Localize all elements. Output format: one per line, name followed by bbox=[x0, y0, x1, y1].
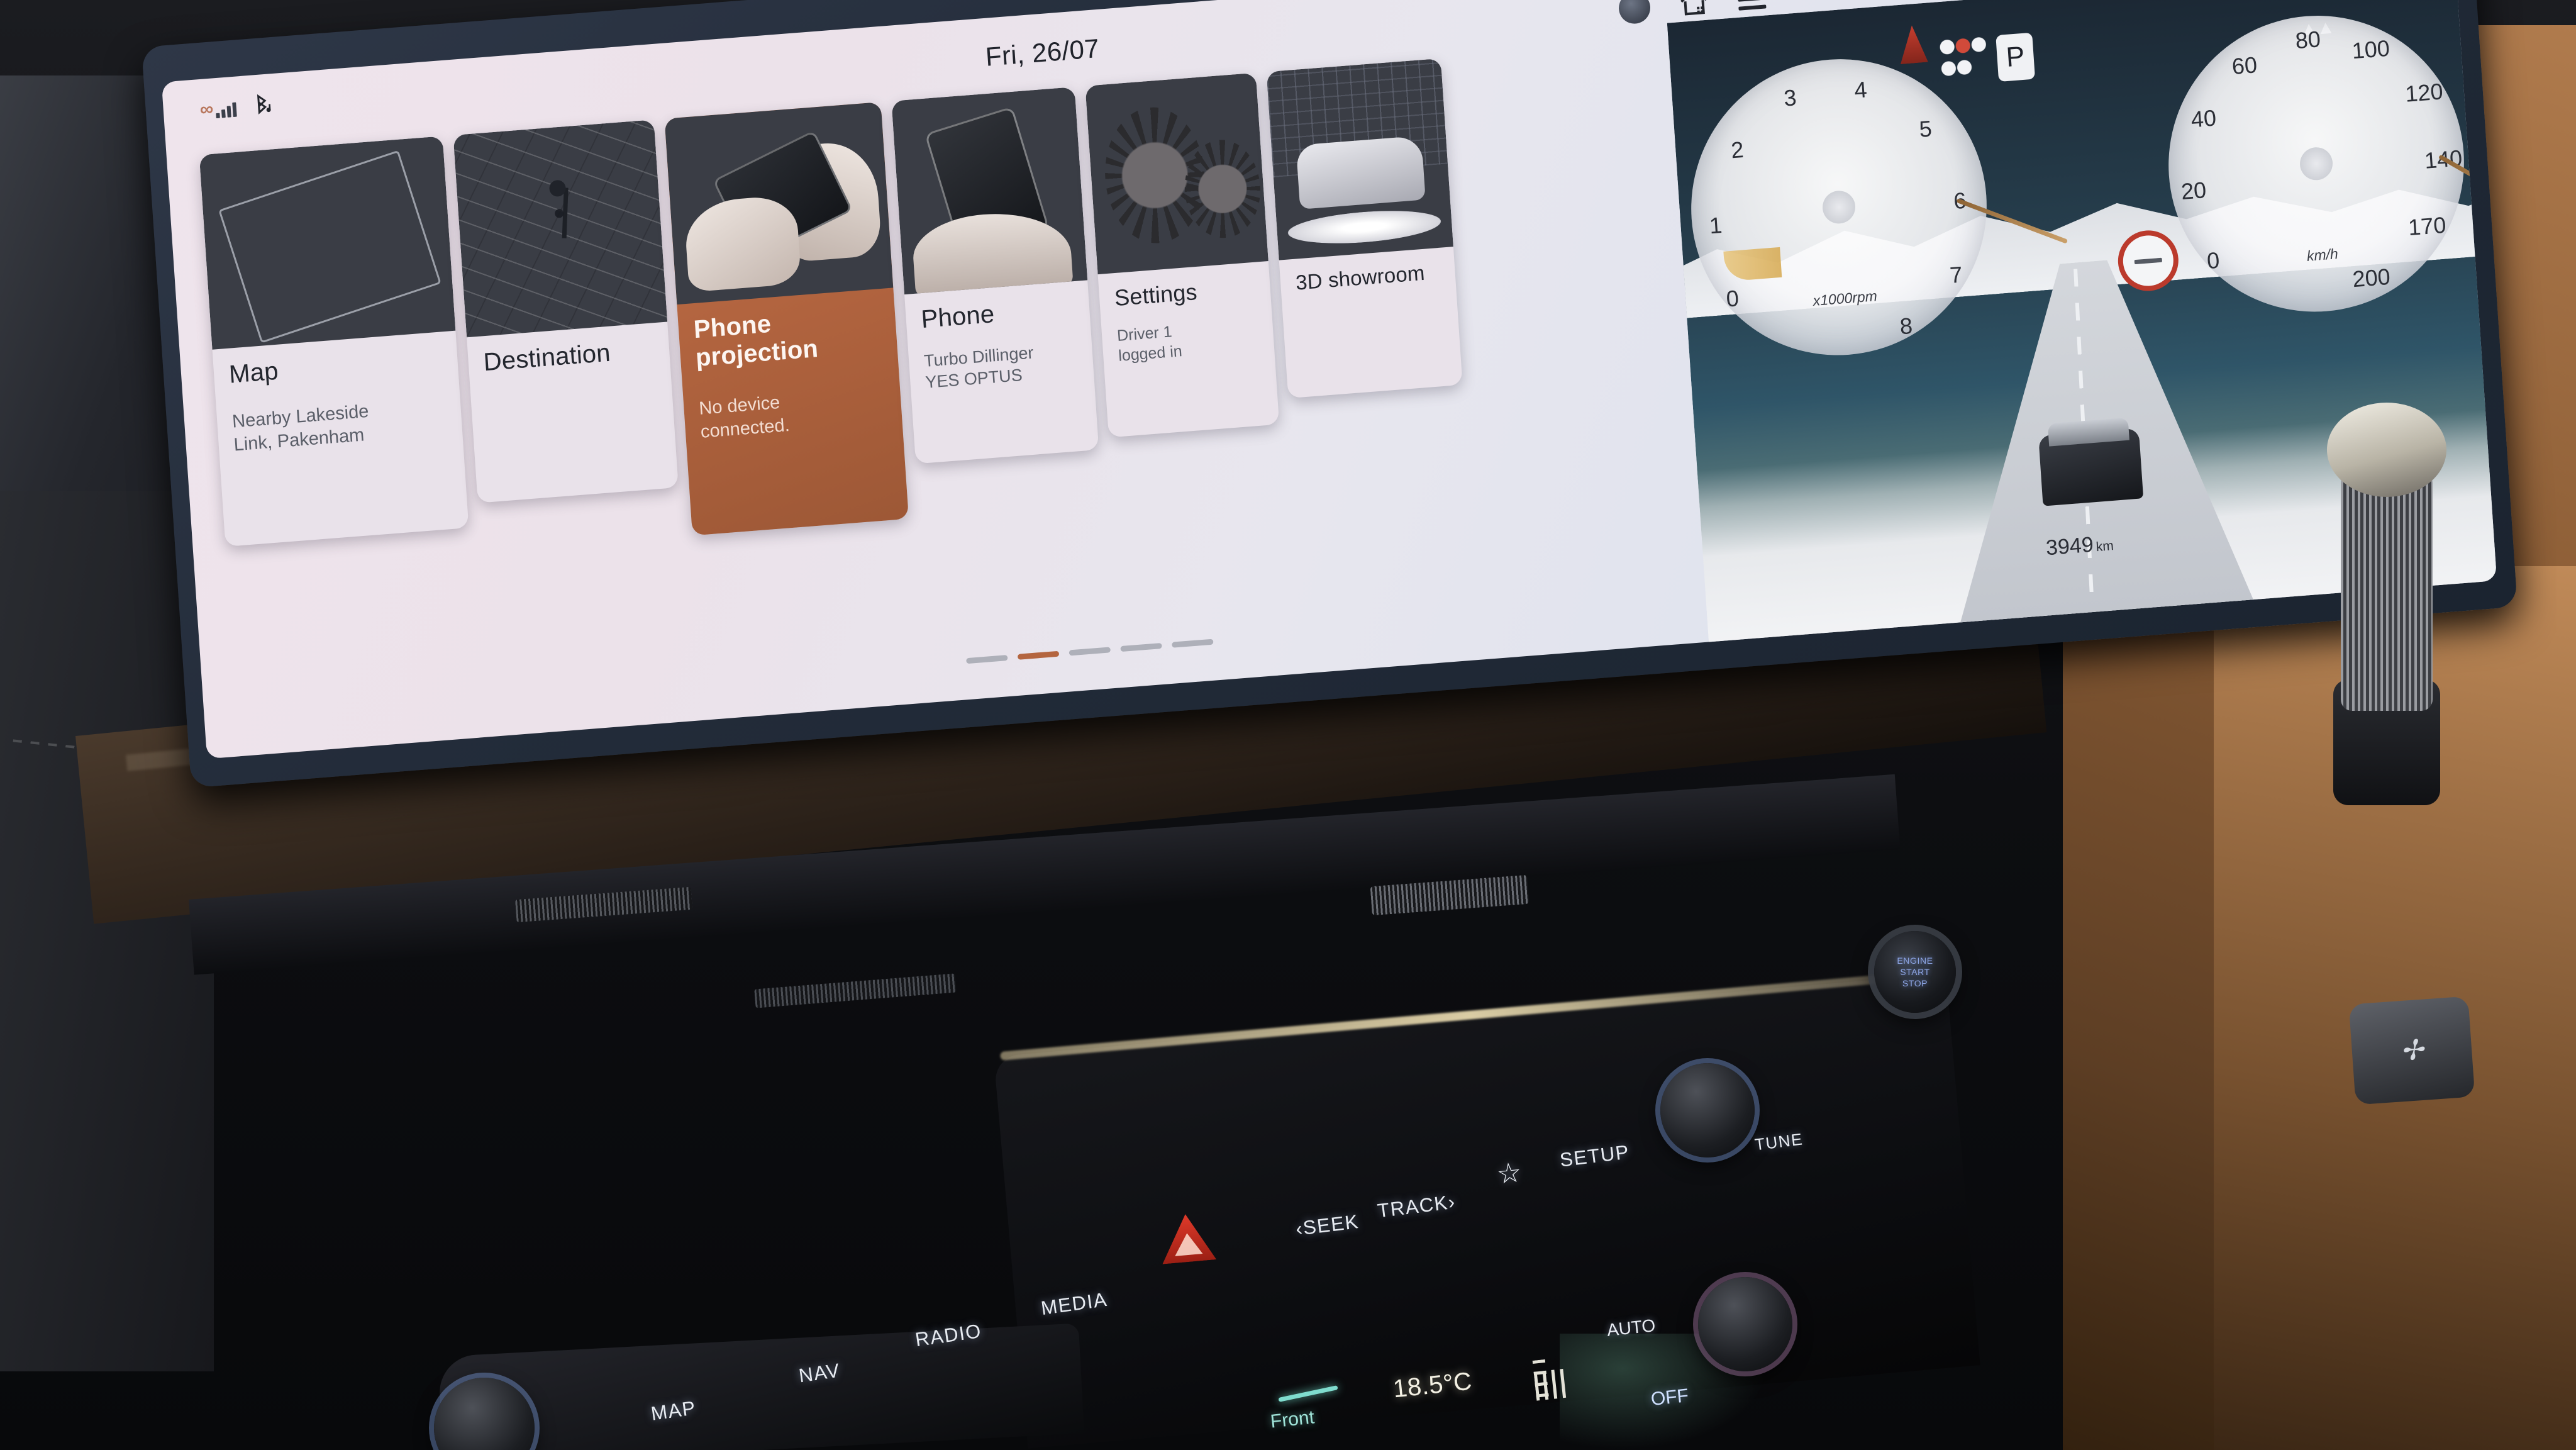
user-avatar-icon[interactable] bbox=[1618, 0, 1652, 25]
tach-idle-arc bbox=[1723, 247, 1782, 282]
star-icon[interactable]: ☆ bbox=[1495, 1156, 1523, 1191]
climate-knob[interactable] bbox=[1698, 1277, 1792, 1371]
seat-heater-icon[interactable] bbox=[1532, 1357, 1571, 1402]
phone-projection-thumbnail bbox=[664, 102, 894, 305]
odometer-unit: km bbox=[2096, 538, 2114, 555]
card-3d-showroom[interactable]: 3D showroom bbox=[1266, 58, 1463, 399]
pagination-dot[interactable] bbox=[1120, 642, 1162, 652]
signal-strength-icon: ∞ bbox=[199, 98, 238, 120]
odometer: 3949 km bbox=[2045, 531, 2114, 560]
card-settings-subtitle: Driver 1 logged in bbox=[1116, 323, 1183, 365]
tach-unit-label: x1000rpm bbox=[1812, 287, 1878, 309]
car-interior-photo: ∞ Fri, 26/07 Map Nearby Lakeside Link, P… bbox=[0, 0, 2576, 1450]
lcd-surface[interactable]: ∞ Fri, 26/07 Map Nearby Lakeside Link, P… bbox=[161, 0, 2497, 759]
status-bar: ∞ bbox=[199, 92, 272, 120]
destination-pin-thumbnail bbox=[453, 120, 668, 338]
hamburger-menu-icon[interactable] bbox=[1737, 0, 1767, 11]
tune-knob[interactable] bbox=[1660, 1063, 1755, 1157]
fan-state-label[interactable]: OFF bbox=[1650, 1385, 1689, 1410]
speed-hub bbox=[2299, 146, 2334, 182]
card-phone-projection[interactable]: Phone projection No device connected. bbox=[664, 102, 909, 536]
card-phone-projection-subtitle: No device connected. bbox=[698, 392, 791, 442]
settings-gears-thumbnail bbox=[1085, 72, 1269, 275]
card-settings-title: Settings bbox=[1113, 278, 1198, 311]
engine-start-stop-button[interactable]: ENGINE START STOP bbox=[1874, 931, 1956, 1013]
map-thumbnail bbox=[199, 136, 456, 350]
card-phone-projection-title: Phone projection bbox=[692, 310, 819, 372]
tach-hub bbox=[1821, 189, 1857, 225]
gear-shifter-knob[interactable] bbox=[2327, 403, 2446, 805]
engine-label-1: ENGINE bbox=[1897, 956, 1933, 966]
pagination-dot[interactable] bbox=[1172, 639, 1214, 648]
home-card-row: Map Nearby Lakeside Link, Pakenham Desti… bbox=[199, 58, 1469, 572]
pagination-dot[interactable] bbox=[1069, 647, 1111, 656]
header-date: Fri, 26/07 bbox=[984, 33, 1101, 72]
home-icon[interactable] bbox=[1677, 0, 1712, 21]
odometer-value: 3949 bbox=[2045, 532, 2094, 560]
speed-unit-label: km/h bbox=[2306, 245, 2339, 264]
shift-indicator-icon bbox=[1939, 35, 1989, 81]
card-3d-showroom-title: 3D showroom bbox=[1294, 260, 1426, 294]
card-settings[interactable]: Settings Driver 1 logged in bbox=[1085, 72, 1280, 438]
card-map-title: Map bbox=[228, 357, 279, 389]
pagination-dot-active[interactable] bbox=[1017, 650, 1060, 660]
phone-thumbnail bbox=[891, 87, 1088, 295]
engine-label-2: START bbox=[1900, 967, 1930, 977]
bluetooth-audio-icon bbox=[252, 92, 272, 115]
pagination-dot[interactable] bbox=[966, 655, 1008, 664]
card-map[interactable]: Map Nearby Lakeside Link, Pakenham bbox=[199, 136, 469, 547]
showroom-car-thumbnail bbox=[1266, 58, 1453, 260]
cluster-lead-vehicle bbox=[2038, 428, 2144, 506]
card-map-subtitle: Nearby Lakeside Link, Pakenham bbox=[231, 401, 370, 455]
card-destination-title: Destination bbox=[482, 338, 612, 377]
engine-label-3: STOP bbox=[1902, 978, 1928, 988]
card-phone[interactable]: Phone Turbo Dillinger YES OPTUS bbox=[891, 87, 1099, 464]
carousel-pagination[interactable] bbox=[966, 639, 1214, 664]
card-destination-subtitle bbox=[486, 385, 658, 398]
card-phone-title: Phone bbox=[920, 300, 996, 334]
gear-indicator: P bbox=[1996, 32, 2036, 82]
directional-pad-icon[interactable]: ✢ bbox=[2348, 996, 2475, 1105]
climate-zone-label: Front bbox=[1269, 1407, 1316, 1432]
card-destination[interactable]: Destination bbox=[453, 120, 679, 503]
card-phone-subtitle: Turbo Dillinger YES OPTUS bbox=[923, 343, 1035, 393]
